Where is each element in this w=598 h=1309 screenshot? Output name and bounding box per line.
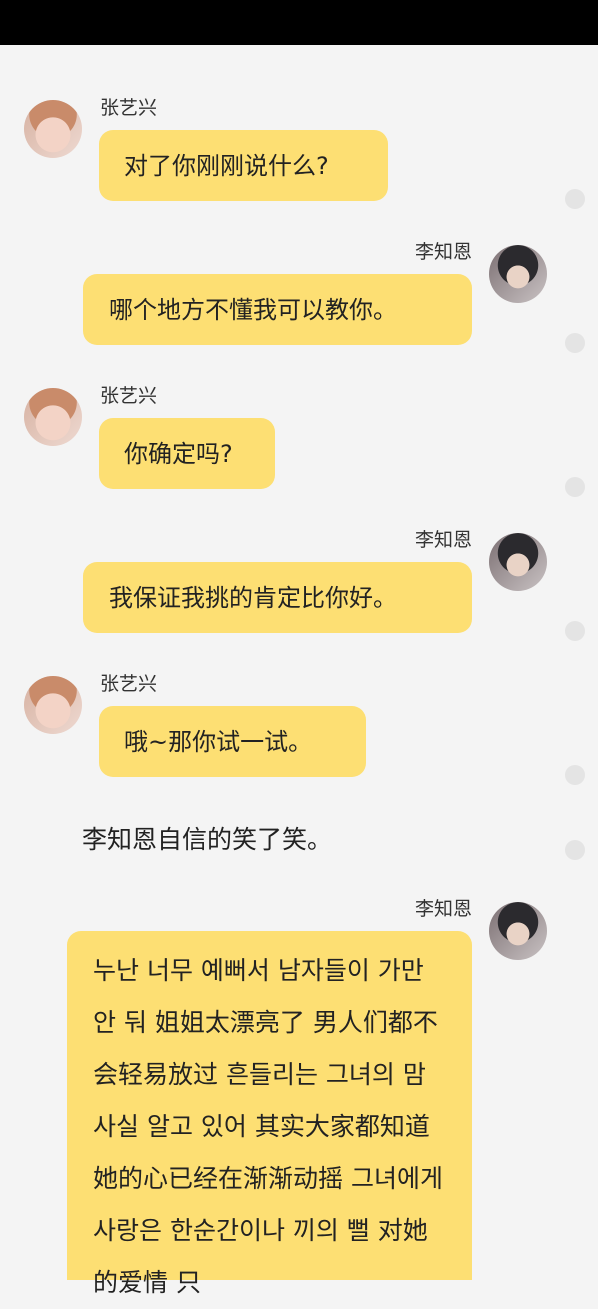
avatar[interactable] [489, 533, 547, 591]
avatar[interactable] [24, 388, 82, 446]
status-bar [0, 0, 598, 45]
sender-name: 李知恩 [414, 241, 472, 263]
avatar[interactable] [489, 245, 547, 303]
sender-name: 张艺兴 [100, 673, 158, 695]
message-bubble[interactable]: 哦~那你试一试。 [99, 706, 366, 777]
sender-name: 李知恩 [414, 529, 472, 551]
message-bubble[interactable]: 누난 너무 예뻐서 남자들이 가만 안 둬 姐姐太漂亮了 男人们都不会轻易放过 … [67, 931, 472, 1297]
narration-text: 李知恩自信的笑了笑。 [82, 825, 333, 854]
message-bubble[interactable]: 对了你刚刚说什么? [99, 130, 388, 201]
avatar[interactable] [24, 100, 82, 158]
action-dot-icon[interactable] [565, 333, 585, 353]
action-dot-icon[interactable] [565, 765, 585, 785]
message-bubble[interactable]: 你确定吗? [99, 418, 275, 489]
action-dot-icon[interactable] [565, 840, 585, 860]
message-bubble[interactable]: 哪个地方不懂我可以教你。 [83, 274, 472, 345]
avatar[interactable] [24, 676, 82, 734]
action-dot-icon[interactable] [565, 189, 585, 209]
action-dot-icon[interactable] [565, 477, 585, 497]
sender-name: 张艺兴 [100, 385, 158, 407]
message-bubble[interactable]: 我保证我挑的肯定比你好。 [83, 562, 472, 633]
sender-name: 张艺兴 [100, 97, 158, 119]
avatar[interactable] [489, 902, 547, 960]
sender-name: 李知恩 [414, 898, 472, 920]
action-dot-icon[interactable] [565, 621, 585, 641]
